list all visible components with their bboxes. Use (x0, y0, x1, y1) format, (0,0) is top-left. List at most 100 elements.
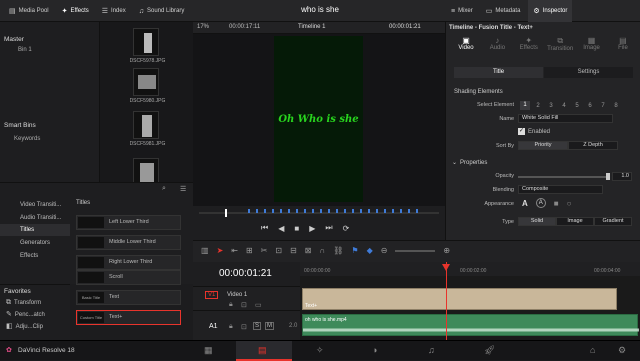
flag-icon[interactable]: ⚑ (351, 246, 358, 255)
subtab-title[interactable]: Title (454, 67, 543, 78)
timeline-selector[interactable]: Timeline 1 (298, 24, 325, 30)
edit-page-icon[interactable]: ▤ (258, 345, 267, 356)
opacity-slider[interactable] (518, 176, 608, 178)
category-titles[interactable]: Titles (0, 224, 70, 236)
zoom-level[interactable]: 17% (197, 24, 209, 30)
sort-zdepth-button[interactable]: Z Depth (568, 141, 618, 150)
media-page-icon[interactable]: ▦ (204, 345, 213, 356)
blending-select[interactable]: Composite (518, 185, 603, 194)
blade-icon[interactable]: ✂ (261, 246, 268, 255)
tab-transition[interactable]: ⧉ Transition (546, 36, 574, 58)
text-fill-icon[interactable]: A (522, 199, 528, 208)
tab-video[interactable]: ▣ Video (452, 36, 480, 58)
search-icon[interactable]: ⌕ (162, 185, 166, 193)
title-item[interactable]: Middle Lower Third (76, 235, 181, 250)
category-generators[interactable]: Generators (0, 236, 70, 250)
mute-button[interactable]: M (265, 322, 274, 330)
category-audio-transitions[interactable]: Audio Transiti... (0, 212, 70, 224)
lock-icon[interactable]: 🔒︎ (229, 323, 233, 331)
solo-button[interactable]: S (253, 322, 262, 330)
title-item[interactable]: Scroll (76, 270, 181, 285)
text-plus-clip[interactable]: Text+ (302, 288, 617, 310)
trim-icon[interactable]: ⇤ (231, 246, 238, 255)
track-v1-name[interactable]: Video 1 (227, 292, 247, 298)
circle-shape-icon[interactable]: ○ (567, 199, 572, 208)
settings-icon[interactable]: ⚙ (618, 345, 626, 356)
play-reverse-icon[interactable]: ◀ (278, 224, 284, 233)
tab-audio[interactable]: ♪ Audio (483, 36, 511, 58)
auto-select-icon[interactable]: ⊡ (241, 301, 247, 309)
audio-clip[interactable]: oh who is she.mp4 (302, 314, 639, 336)
tab-effects[interactable]: ✦ Effects (515, 36, 543, 58)
type-gradient[interactable]: Gradient (594, 217, 632, 226)
track-v1-label[interactable]: V1 (205, 291, 219, 299)
overwrite-icon[interactable]: ⊟ (290, 246, 297, 255)
zoom-slider[interactable] (395, 249, 436, 252)
link-icon[interactable]: ⛓ (333, 246, 343, 255)
marker-icon[interactable]: ◆ (367, 246, 373, 255)
home-icon[interactable]: ⌂ (590, 345, 595, 355)
opacity-slider-handle[interactable] (606, 173, 610, 180)
zoom-in-icon[interactable]: ⊕ (443, 246, 450, 255)
title-item[interactable]: Left Lower Third (76, 215, 181, 230)
element-5[interactable]: 5 (572, 103, 582, 109)
lock-icon[interactable]: 🔒︎ (229, 301, 233, 309)
sound-library-button[interactable]: ♫ Sound Library (134, 0, 190, 22)
favorite-item[interactable]: ◧ Adju...Clip (6, 323, 43, 330)
tab-image[interactable]: ▦ Image (578, 36, 606, 58)
border-fill-icon[interactable]: ■ (554, 199, 559, 208)
text-outline-icon[interactable]: A (535, 198, 546, 208)
play-icon[interactable]: ▶ (309, 224, 315, 233)
type-image[interactable]: Image (556, 217, 594, 226)
stop-icon[interactable]: ■ (294, 224, 299, 233)
index-button[interactable]: ☰ Index (97, 0, 131, 22)
element-4[interactable]: 4 (559, 103, 569, 109)
timeline-playhead[interactable] (446, 262, 447, 340)
element-8[interactable]: 8 (611, 103, 621, 109)
fairlight-page-icon[interactable]: ♫ (428, 345, 435, 355)
inspector-button[interactable]: ⚙ Inspector (528, 0, 573, 22)
options-icon[interactable]: ☰ (180, 185, 186, 193)
mixer-button[interactable]: ≡ Mixer (446, 0, 478, 22)
media-thumb[interactable]: DSCF5978.JPG (105, 26, 190, 66)
category-effects[interactable]: Effects (0, 250, 70, 262)
type-solid[interactable]: Solid (518, 217, 556, 226)
dynamic-trim-icon[interactable]: ⊞ (246, 246, 253, 255)
effects-button[interactable]: ✦ Effects (57, 0, 94, 22)
enabled-checkbox[interactable]: ✓ (518, 128, 525, 135)
sort-priority-button[interactable]: Priority (518, 141, 568, 150)
video-frame[interactable]: Oh Who is she (274, 36, 363, 202)
bin-master[interactable]: Master (4, 36, 24, 43)
track-a1-label[interactable]: A1 (209, 323, 218, 330)
section-properties-header[interactable]: ⌄ Properties (452, 159, 487, 167)
loop-icon[interactable]: ⟳ (343, 224, 350, 233)
zoom-out-icon[interactable]: ⊖ (381, 246, 388, 255)
scrubber-playhead[interactable] (225, 209, 227, 217)
insert-icon[interactable]: ⊡ (275, 246, 282, 255)
element-3[interactable]: 3 (546, 103, 556, 109)
section-shading[interactable]: Shading Elements (454, 89, 503, 95)
category-video-transitions[interactable]: Video Transiti... (0, 198, 70, 212)
layout-icon[interactable]: ▥ (201, 246, 209, 255)
name-field[interactable]: White Solid Fill (518, 114, 613, 123)
favorite-item[interactable]: ⧉ Transform (6, 299, 41, 306)
monitor-icon[interactable]: ▭ (255, 301, 262, 309)
deliver-page-icon[interactable]: 🚀︎ (484, 345, 495, 356)
title-item-selected[interactable]: Custom Title Text+ (76, 310, 181, 325)
auto-select-icon[interactable]: ⊡ (241, 323, 247, 331)
smart-bin-keywords[interactable]: Keywords (14, 136, 40, 142)
subtab-settings[interactable]: Settings (544, 67, 633, 78)
skip-back-icon[interactable]: ⏮ (261, 223, 268, 233)
skip-forward-icon[interactable]: ⏭ (325, 223, 332, 233)
media-thumb[interactable]: DSCF5981.JPG (105, 109, 190, 149)
element-6[interactable]: 6 (585, 103, 595, 109)
element-2[interactable]: 2 (533, 103, 543, 109)
opacity-value[interactable]: 1.0 (612, 172, 632, 181)
replace-icon[interactable]: ⊠ (305, 246, 312, 255)
element-1[interactable]: 1 (520, 101, 530, 110)
timeline-ruler[interactable]: 00:00:00:00 00:00:02:00 00:00:04:00 (300, 262, 640, 276)
title-item[interactable]: Basic Title Text (76, 290, 181, 305)
bin-1[interactable]: Bin 1 (18, 47, 32, 53)
snap-icon[interactable]: ∩ (319, 246, 325, 255)
tab-file[interactable]: ▤ File (609, 36, 637, 58)
